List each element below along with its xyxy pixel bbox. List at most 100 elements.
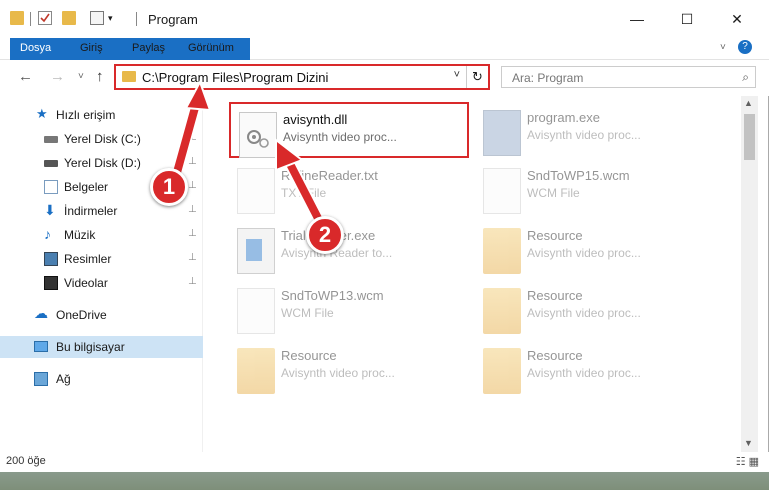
search-placeholder: Ara: Program (512, 71, 584, 85)
explorer-window: ▾ Program — ☐ ✕ Dosya Giriş Paylaş Görün… (0, 0, 769, 472)
computer-icon (34, 341, 48, 352)
file-item-sndtowp15-wcm[interactable]: SndToWP15.wcm WCM File (475, 160, 715, 216)
minimize-button[interactable]: — (614, 4, 660, 34)
folder-icon (237, 348, 275, 394)
sidebar-item-quick-access[interactable]: ★ Hızlı erişim (0, 104, 203, 126)
music-icon: ♪ (44, 226, 51, 242)
pin-icon: ⊥ (188, 276, 197, 287)
scroll-down-icon[interactable]: ▼ (744, 438, 753, 448)
pin-icon: ⊥ (188, 252, 197, 263)
file-item-resource-folder[interactable]: Resource Avisynth video proc... (229, 340, 469, 396)
navigation-bar: ← → ˅ ↑ C:\Program Files\Program Dizini … (0, 60, 769, 96)
sidebar-item-label: Hızlı erişim (56, 108, 116, 122)
step-1-badge: 1 (150, 168, 188, 206)
file-name: RefineReader.txt (281, 168, 378, 183)
folder-icon (483, 228, 521, 274)
folder-icon (483, 348, 521, 394)
scroll-up-icon[interactable]: ▲ (744, 98, 753, 108)
sidebar-item-label: İndirmeler (64, 204, 118, 218)
file-description: Avisynth video proc... (527, 246, 641, 260)
drive-icon (44, 160, 58, 167)
status-bar: 200 öğe ☷ ▦ (0, 452, 769, 472)
tab-home[interactable]: Giriş (70, 38, 113, 59)
chevron-down-icon[interactable]: ˅ (454, 69, 460, 81)
file-description: WCM File (527, 186, 580, 200)
dll-icon (239, 112, 277, 158)
view-toggle-icons[interactable]: ☷ ▦ (736, 455, 759, 468)
file-name: program.exe (527, 110, 600, 125)
new-folder-icon[interactable] (62, 11, 76, 25)
address-bar[interactable]: C:\Program Files\Program Dizini ˅ ↻ (114, 64, 490, 90)
up-button[interactable]: ↑ (96, 68, 104, 85)
search-input[interactable]: Ara: Program ⌕ (501, 66, 756, 88)
pin-icon: ⊥ (188, 132, 197, 143)
sidebar-item-this-pc[interactable]: Bu bilgisayar (0, 336, 203, 358)
file-item-resource-folder[interactable]: Resource Avisynth video proc... (475, 220, 715, 276)
file-name: Resource (527, 288, 583, 303)
file-item-refinereader-txt[interactable]: RefineReader.txt TXT File (229, 160, 469, 216)
file-item-program-exe[interactable]: program.exe Avisynth video proc... (475, 102, 715, 158)
file-name: Resource (527, 228, 583, 243)
file-name: avisynth.dll (283, 112, 348, 127)
pin-icon: ⊥ (188, 180, 197, 191)
file-name: SndToWP13.wcm (281, 288, 384, 303)
item-count: 200 öğe (6, 455, 46, 467)
pin-icon: ⊥ (188, 156, 197, 167)
separator (30, 12, 31, 26)
drive-icon (44, 136, 58, 143)
expand-ribbon-icon[interactable]: ˅ (720, 42, 726, 53)
pictures-icon (44, 252, 58, 266)
file-item-sndtowp13-wcm[interactable]: SndToWP13.wcm WCM File (229, 280, 469, 336)
cloud-icon: ☁ (34, 305, 48, 321)
window-title: Program (148, 12, 198, 27)
file-item-trialinstaller-exe[interactable]: TrialInstaller.exe Avisynth Reader to... (229, 220, 469, 276)
text-file-icon (237, 168, 275, 214)
star-icon: ★ (36, 106, 48, 121)
file-description: Avisynth video proc... (527, 306, 641, 320)
sidebar-item-label: Ağ (56, 372, 71, 386)
sidebar-item-pictures[interactable]: Resimler ⊥ (0, 248, 203, 270)
maximize-button[interactable]: ☐ (664, 4, 710, 34)
ribbon-tabs: Dosya Giriş Paylaş Görünüm ˅ ? (0, 38, 769, 94)
properties-icon[interactable] (38, 11, 52, 25)
tab-view[interactable]: Görünüm (178, 38, 244, 59)
address-path[interactable]: C:\Program Files\Program Dizini (142, 70, 328, 85)
refresh-button[interactable]: ↻ (466, 66, 488, 88)
forward-button[interactable]: → (50, 68, 65, 85)
vertical-scrollbar[interactable]: ▲ ▼ (741, 96, 758, 452)
sidebar-item-label: Yerel Disk (D:) (64, 156, 141, 170)
sidebar-item-label: Bu bilgisayar (56, 340, 125, 354)
recent-locations-button[interactable]: ˅ (78, 71, 84, 82)
file-name: Resource (527, 348, 583, 363)
back-button[interactable]: ← (18, 68, 33, 85)
tab-share[interactable]: Paylaş (122, 38, 175, 59)
sidebar-item-drive-c[interactable]: Yerel Disk (C:) ⊥ (0, 128, 203, 150)
file-list: avisynth.dll Avisynth video proc... prog… (205, 96, 740, 452)
file-description: Avisynth video proc... (527, 128, 641, 142)
videos-icon (44, 276, 58, 290)
folder-icon (483, 288, 521, 334)
pin-icon: ⊥ (188, 228, 197, 239)
sidebar-item-label: Resimler (64, 252, 112, 266)
file-item-resource-folder[interactable]: Resource Avisynth video proc... (475, 280, 715, 336)
chevron-down-icon[interactable]: ▾ (108, 13, 118, 27)
sidebar-item-network[interactable]: Ağ (0, 368, 203, 390)
sidebar-item-label: OneDrive (56, 308, 107, 322)
step-2-badge: 2 (306, 216, 344, 254)
file-item-avisynth-dll[interactable]: avisynth.dll Avisynth video proc... (229, 102, 469, 158)
sidebar-item-music[interactable]: ♪ Müzik ⊥ (0, 224, 203, 246)
folder-icon (122, 71, 136, 82)
help-icon[interactable]: ? (738, 40, 752, 54)
file-description: Avisynth video proc... (527, 366, 641, 380)
sidebar-item-videos[interactable]: Videolar ⊥ (0, 272, 203, 294)
customize-toolbar-icon[interactable] (90, 11, 104, 25)
scrollbar-thumb[interactable] (744, 114, 755, 160)
close-button[interactable]: ✕ (714, 4, 760, 34)
sidebar-item-label: Belgeler (64, 180, 109, 194)
search-icon[interactable]: ⌕ (742, 70, 749, 85)
sidebar-item-label: Müzik (64, 228, 96, 242)
file-name: SndToWP15.wcm (527, 168, 630, 183)
network-icon (34, 372, 48, 386)
sidebar-item-onedrive[interactable]: ☁ OneDrive (0, 304, 203, 326)
file-item-resource-folder[interactable]: Resource Avisynth video proc... (475, 340, 715, 396)
